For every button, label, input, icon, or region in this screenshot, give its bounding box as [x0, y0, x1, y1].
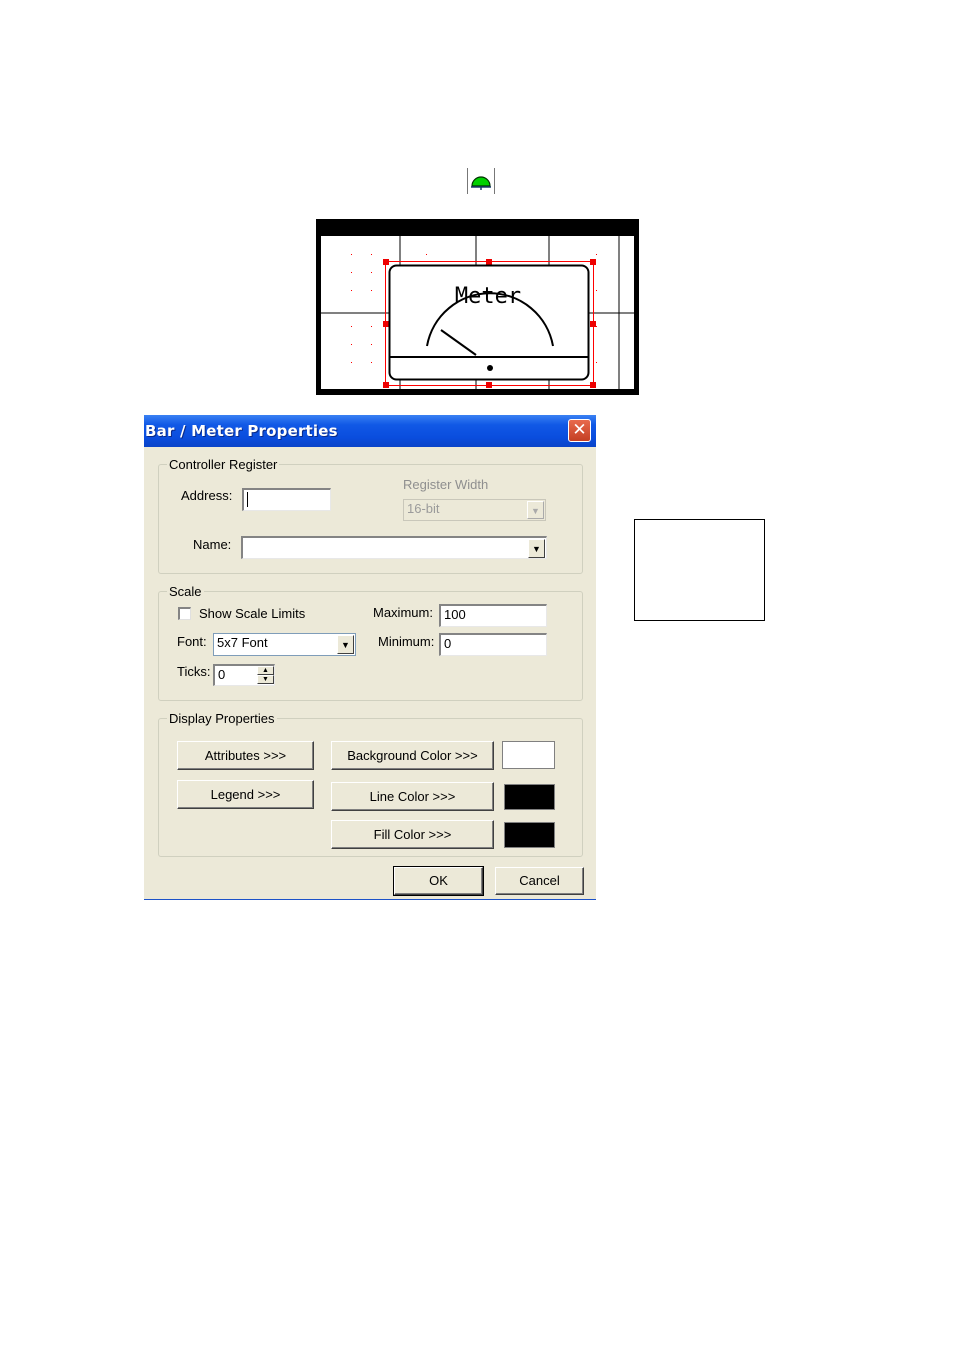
- lcd-screen: Meter: [321, 236, 634, 389]
- chevron-down-icon[interactable]: ▼: [527, 501, 544, 519]
- meter-title-text: Meter: [454, 284, 522, 309]
- line-color-button[interactable]: Line Color >>>: [331, 782, 494, 811]
- address-input[interactable]: [242, 488, 331, 511]
- meter-widget: [388, 264, 590, 381]
- register-width-select[interactable]: 16-bit ▼: [403, 499, 546, 521]
- bar-meter-properties-dialog: Bar / Meter Properties ✕ Controller Regi…: [144, 415, 596, 900]
- line-color-swatch[interactable]: [504, 784, 555, 810]
- dialog-titlebar[interactable]: Bar / Meter Properties ✕: [144, 415, 596, 447]
- controller-register-legend: Controller Register: [167, 457, 280, 472]
- close-button[interactable]: ✕: [568, 419, 591, 442]
- ticks-spinner[interactable]: ▲ ▼: [257, 666, 274, 684]
- show-scale-limits-label[interactable]: Show Scale Limits: [199, 606, 305, 621]
- register-width-label: Register Width: [403, 477, 489, 492]
- display-properties-legend: Display Properties: [167, 711, 277, 726]
- legend-button[interactable]: Legend >>>: [177, 780, 314, 809]
- ticks-label: Ticks:: [177, 664, 211, 679]
- meter-tool-button[interactable]: [467, 168, 495, 194]
- background-color-swatch[interactable]: [502, 741, 555, 769]
- name-label: Name:: [193, 537, 232, 552]
- fill-color-button[interactable]: Fill Color >>>: [331, 820, 494, 849]
- attributes-button[interactable]: Attributes >>>: [177, 741, 314, 770]
- spin-up-icon[interactable]: ▲: [257, 666, 274, 675]
- name-combobox[interactable]: ▼: [241, 536, 547, 559]
- minimum-input[interactable]: 0: [439, 633, 547, 656]
- chevron-down-icon[interactable]: ▼: [337, 635, 354, 654]
- scale-legend: Scale: [167, 584, 204, 599]
- cancel-button[interactable]: Cancel: [495, 867, 584, 895]
- scale-group: Scale Show Scale Limits Font: 5x7 Font ▼…: [158, 584, 583, 701]
- display-properties-group: Display Properties Attributes >>> Legend…: [158, 711, 583, 857]
- chevron-down-icon[interactable]: ▼: [528, 539, 545, 558]
- background-color-button[interactable]: Background Color >>>: [331, 741, 494, 770]
- controller-register-group: Controller Register Address: Register Wi…: [158, 457, 583, 574]
- empty-placeholder-box: [634, 519, 765, 621]
- ok-button[interactable]: OK: [393, 866, 484, 896]
- font-label: Font:: [177, 634, 207, 649]
- ticks-input[interactable]: 0 ▲ ▼: [213, 664, 275, 686]
- text-caret: [247, 492, 248, 507]
- meter-gauge-icon: [471, 176, 491, 190]
- address-label: Address:: [181, 488, 233, 503]
- fill-color-swatch[interactable]: [504, 822, 555, 848]
- show-scale-limits-checkbox[interactable]: [178, 607, 191, 620]
- close-icon: ✕: [572, 420, 587, 440]
- font-select[interactable]: 5x7 Font ▼: [213, 633, 356, 656]
- spin-down-icon[interactable]: ▼: [257, 675, 274, 684]
- maximum-label: Maximum:: [373, 605, 433, 620]
- lcd-preview-panel: Meter: [316, 219, 639, 395]
- maximum-input[interactable]: 100: [439, 604, 547, 627]
- minimum-label: Minimum:: [378, 634, 435, 649]
- dialog-title: Bar / Meter Properties: [145, 422, 338, 440]
